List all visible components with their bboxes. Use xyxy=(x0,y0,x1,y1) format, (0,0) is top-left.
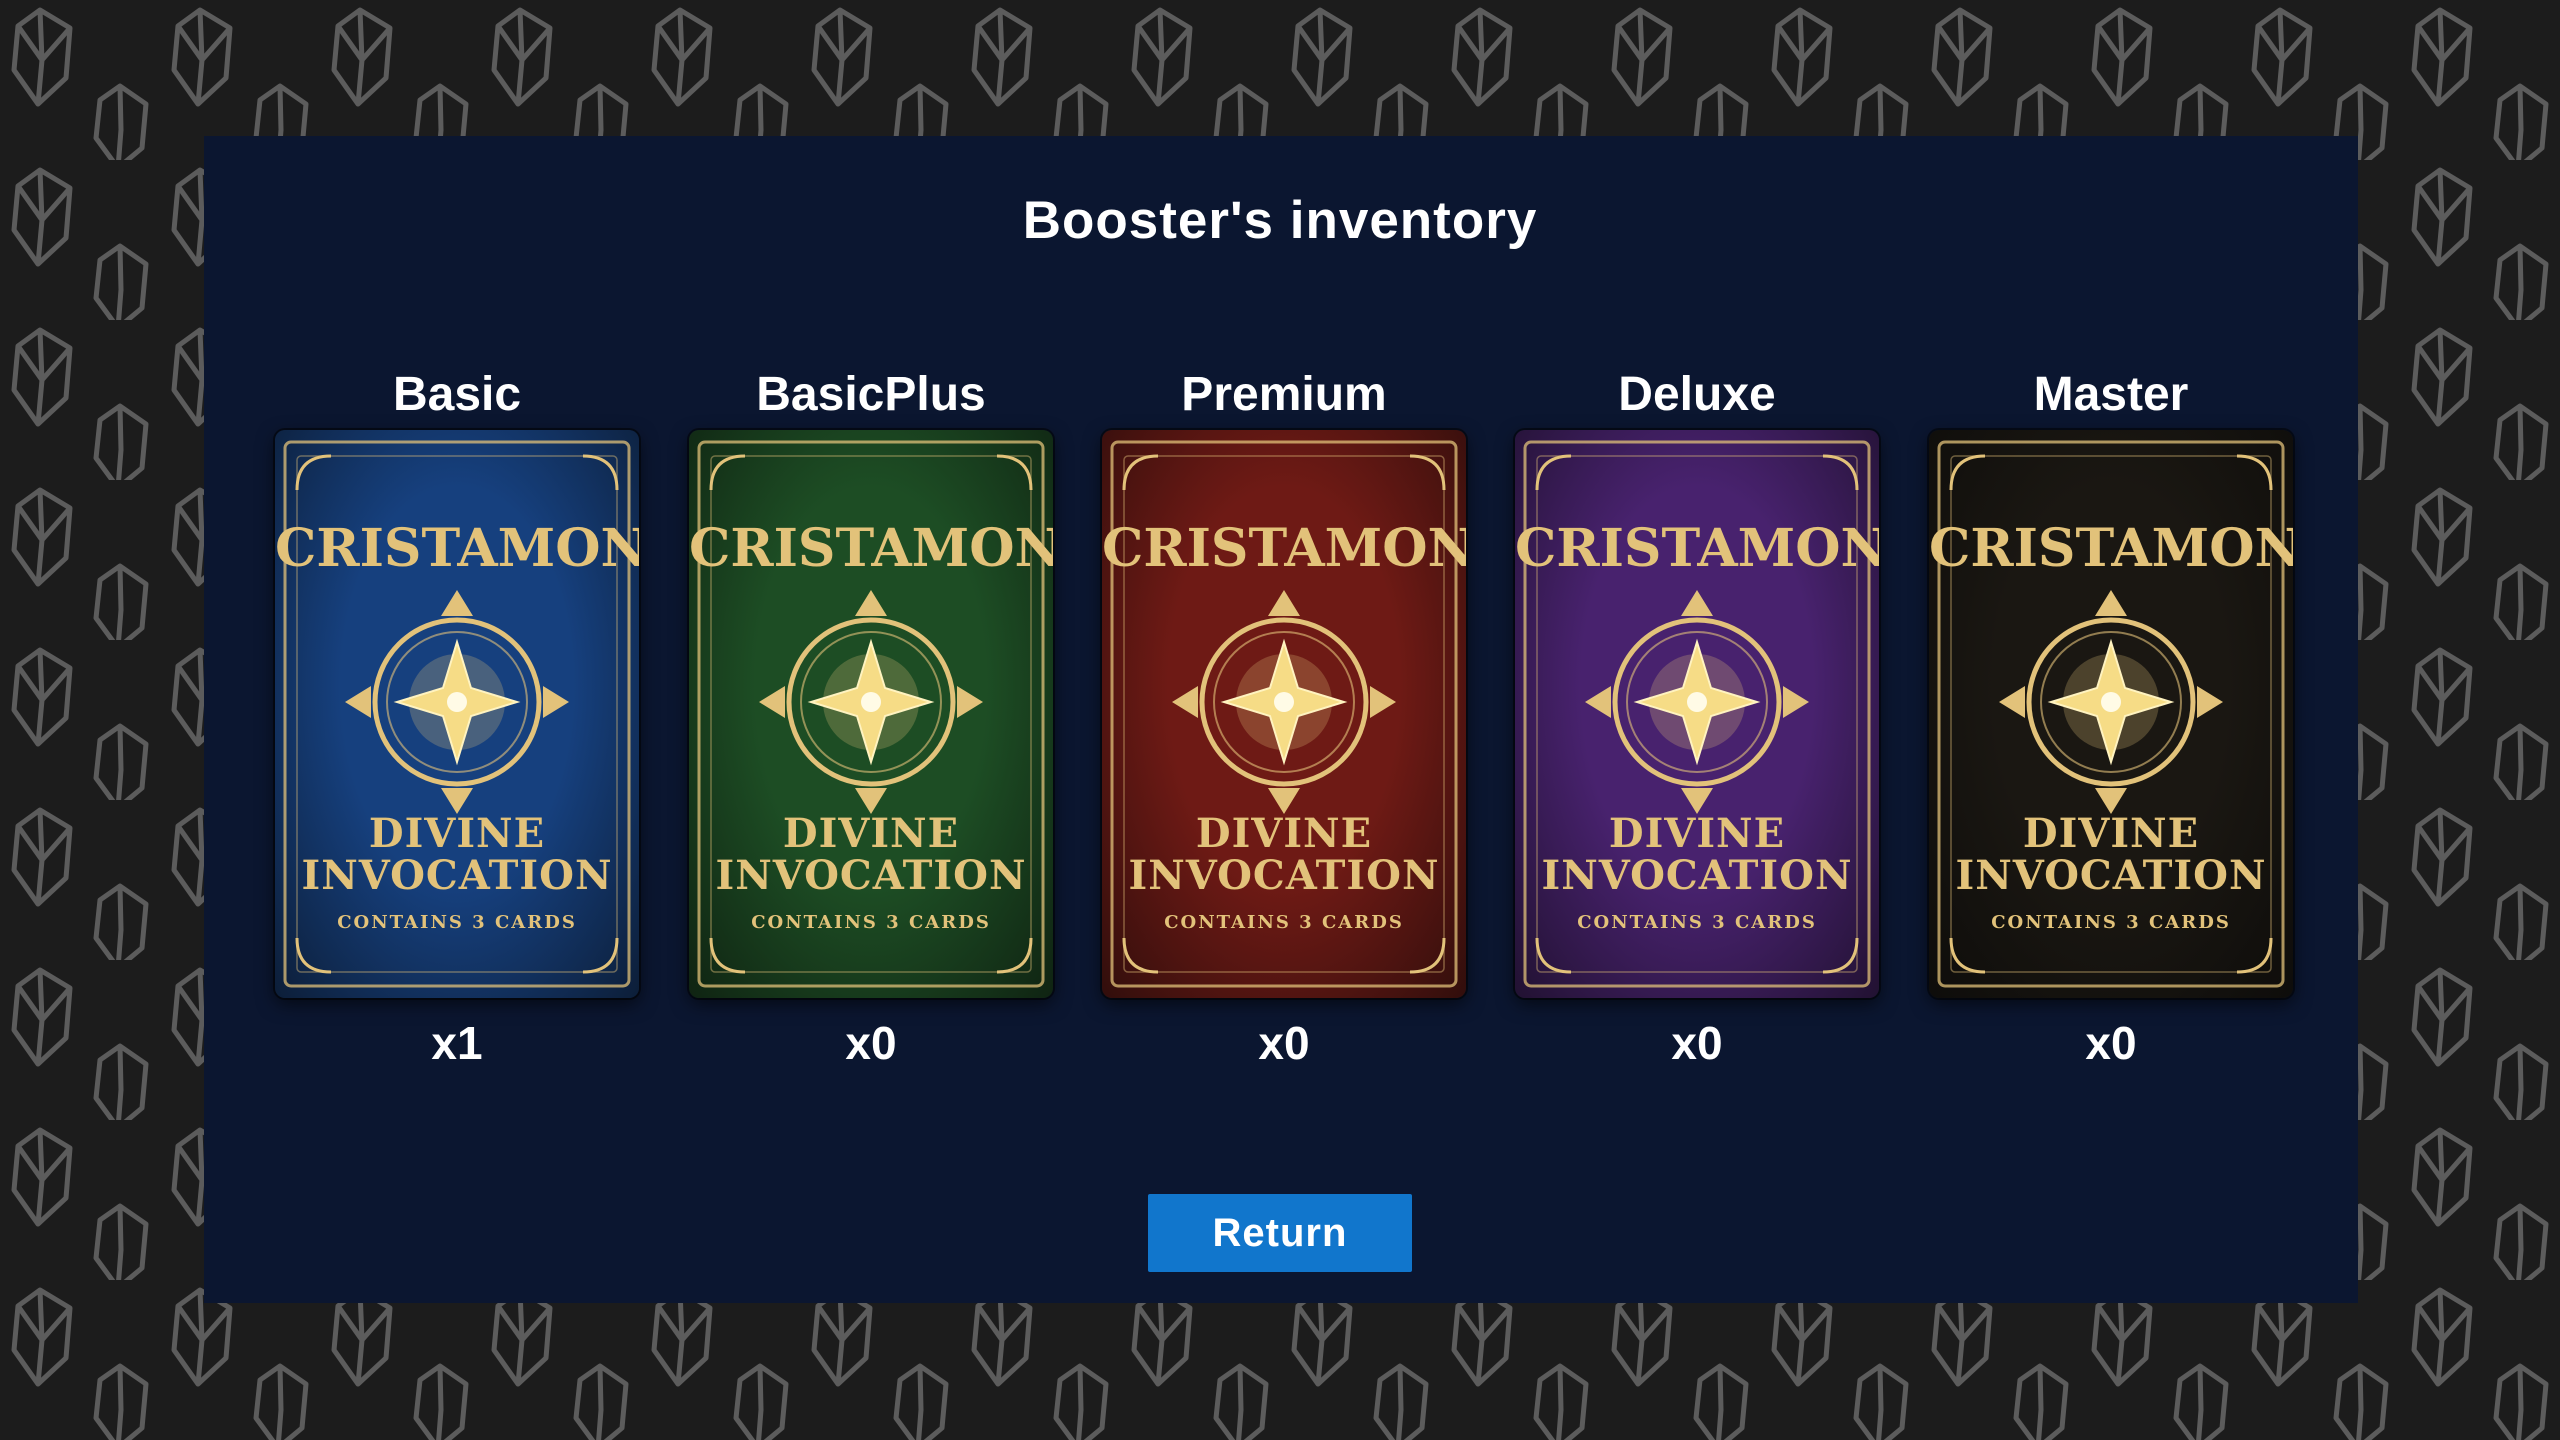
booster-count: x0 xyxy=(1671,1017,1723,1069)
booster-name: Premium xyxy=(1181,368,1387,421)
pack-brand-title: CRISTAMON xyxy=(275,518,639,579)
pack-subtitle-line2: INVOCATION xyxy=(715,852,1027,899)
pack-subtitle-line2: INVOCATION xyxy=(1128,852,1440,899)
booster-count: x1 xyxy=(431,1017,483,1069)
booster-slot-premium[interactable]: Premium CRISTAMON DIVINE INVOCATION CONTAINS… xyxy=(1094,360,1474,1070)
pack-card-count-note: CONTAINS 3 CARDS xyxy=(337,912,577,933)
pack-card-count-note: CONTAINS 3 CARDS xyxy=(1577,912,1817,933)
booster-pack-card[interactable]: CRISTAMON DIVINE INVOCATION CONTAINS 3 CARD… xyxy=(1929,430,2293,998)
booster-slot-basic[interactable]: Basic CRISTAMON DIVINE INVOCATION CONTAINS 3… xyxy=(267,360,647,1070)
booster-count: x0 xyxy=(1258,1017,1310,1069)
pack-subtitle-line1: DIVINE xyxy=(368,810,546,857)
booster-name: Basic xyxy=(392,368,522,421)
booster-name: Deluxe xyxy=(1618,368,1776,421)
booster-pack-card[interactable]: CRISTAMON DIVINE INVOCATION CONTAINS 3 CARD… xyxy=(1102,430,1466,998)
pack-card-count-note: CONTAINS 3 CARDS xyxy=(751,912,991,933)
pack-subtitle-line1: DIVINE xyxy=(2022,810,2200,857)
pack-subtitle-line1: DIVINE xyxy=(1608,810,1786,857)
pack-brand-title: CRISTAMON xyxy=(1515,518,1879,579)
booster-count: x0 xyxy=(845,1017,897,1069)
booster-name: BasicPlus xyxy=(756,368,986,421)
booster-pack-card[interactable]: CRISTAMON DIVINE INVOCATION CONTAINS 3 CARD… xyxy=(689,430,1053,998)
pack-subtitle-line1: DIVINE xyxy=(782,810,960,857)
pack-subtitle-line1: DIVINE xyxy=(1195,810,1373,857)
booster-slot-deluxe[interactable]: Deluxe CRISTAMON DIVINE INVOCATION CONTAINS … xyxy=(1507,360,1887,1070)
pack-card-count-note: CONTAINS 3 CARDS xyxy=(1164,912,1404,933)
pack-subtitle-line2: INVOCATION xyxy=(301,852,613,899)
return-button[interactable]: Return xyxy=(1148,1194,1412,1272)
booster-pack-card[interactable]: CRISTAMON DIVINE INVOCATION CONTAINS 3 CARD… xyxy=(275,430,639,998)
booster-slot-master[interactable]: Master CRISTAMON DIVINE INVOCATION CONTAINS … xyxy=(1921,360,2301,1070)
pack-subtitle-line2: INVOCATION xyxy=(1955,852,2267,899)
booster-pack-card[interactable]: CRISTAMON DIVINE INVOCATION CONTAINS 3 CARD… xyxy=(1515,430,1879,998)
pack-card-count-note: CONTAINS 3 CARDS xyxy=(1991,912,2231,933)
pack-brand-title: CRISTAMON xyxy=(1929,518,2293,579)
pack-subtitle-line2: INVOCATION xyxy=(1541,852,1853,899)
booster-name: Master xyxy=(2033,368,2189,421)
pack-brand-title: CRISTAMON xyxy=(689,518,1053,579)
booster-count: x0 xyxy=(2085,1017,2137,1069)
booster-slot-basicplus[interactable]: BasicPlus CRISTAMON DIVINE INVOCATION CONTAI… xyxy=(681,360,1061,1070)
panel-title: Booster's inventory xyxy=(1022,191,1538,250)
pack-brand-title: CRISTAMON xyxy=(1102,518,1466,579)
